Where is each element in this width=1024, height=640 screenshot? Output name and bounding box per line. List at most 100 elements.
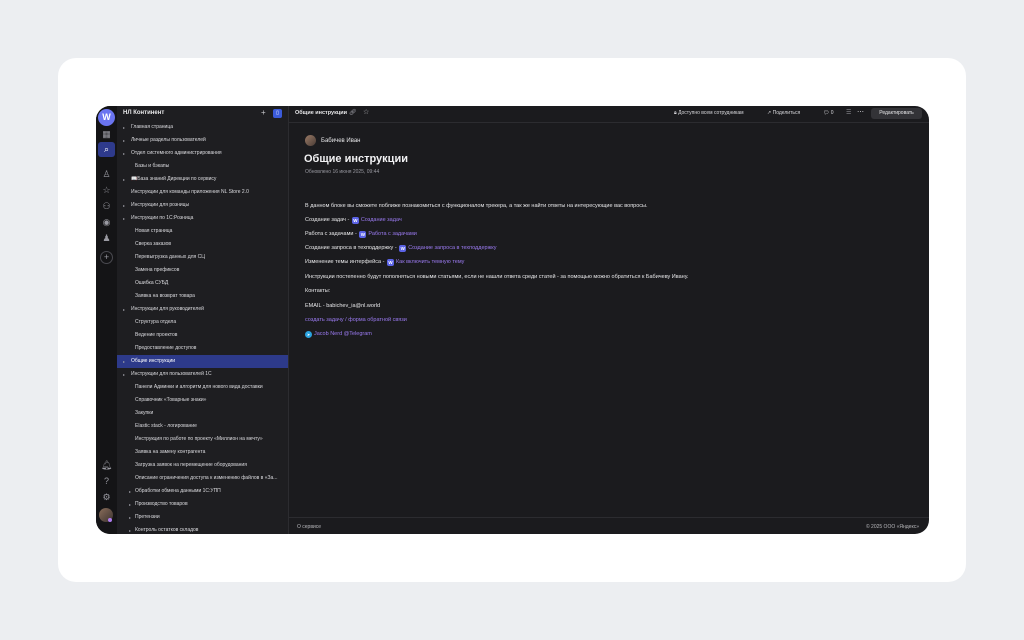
add-icon[interactable]: + [100, 251, 113, 264]
favorite-star-icon[interactable]: ☆ [363, 108, 369, 116]
sidebar-item[interactable]: Сверка заказов [117, 238, 288, 251]
sidebar-item[interactable]: Загрузка заявок на перемещение оборудова… [117, 459, 288, 472]
sidebar-item[interactable]: Заявка на замену контрагента [117, 446, 288, 459]
sidebar-item[interactable]: ▸ Контроль остатков складов [117, 524, 288, 534]
star-icon[interactable]: ☆ [100, 184, 113, 197]
sidebar-item[interactable]: ▸ Претензии [117, 511, 288, 524]
sidebar-item-label: Контроль остатков складов [135, 527, 199, 533]
breadcrumb-title[interactable]: Общие инструкции [295, 110, 347, 116]
comments-button[interactable]: 💬︎ 0 [823, 110, 834, 116]
toggle-panel-icon[interactable]: ▯ [273, 109, 282, 118]
sidebar-item[interactable]: Структура отдела [117, 316, 288, 329]
sidebar-item[interactable]: Новая страница [117, 225, 288, 238]
feedback-row: создать задачу / форма обратной связи [305, 317, 407, 323]
sidebar-item[interactable]: ▸ Обработки обмена данными 1С:УПП [117, 485, 288, 498]
gear-icon[interactable]: ⚙ [100, 491, 113, 504]
sidebar-item[interactable]: Заявка на возврат товара [117, 290, 288, 303]
expand-arrow-icon[interactable]: ▸ [123, 203, 125, 208]
row-label: Создание запроса в техподдержку - [305, 245, 399, 251]
about-service-link[interactable]: О сервисе [297, 524, 321, 530]
sidebar-item[interactable]: ▸ Инструкции для руководителей [117, 303, 288, 316]
sidebar-item-label: 📖База знаний Дирекции по сервису [131, 176, 217, 182]
sidebar-item[interactable]: Elastic stack - логирование [117, 420, 288, 433]
author-name[interactable]: Бабичев Иван [321, 138, 360, 144]
eye-icon[interactable]: ◉ [100, 216, 113, 229]
sidebar-item[interactable]: ▸ Производство товаров [117, 498, 288, 511]
bell-icon[interactable]: 🔔︎ [100, 459, 113, 472]
sidebar-item[interactable]: Инструкции для команды приложения NL Sto… [117, 186, 288, 199]
email-text: EMAIL - babichev_ia@nl.world [305, 303, 381, 309]
expand-arrow-icon[interactable]: ▸ [123, 372, 125, 377]
comments-count: 0 [830, 110, 834, 116]
sidebar-item[interactable]: Перевыгрузка данных для СЦ [117, 251, 288, 264]
access-button[interactable]: 🔒︎ Доступно всем сотрудникам [674, 110, 744, 116]
wiki-icon: W [359, 231, 367, 238]
expand-arrow-icon[interactable]: ▸ [123, 138, 125, 143]
edit-button[interactable]: Редактировать [871, 108, 922, 119]
link-work-tasks[interactable]: Работа с задачами [368, 231, 416, 237]
app-window: W ▦ ⌕ ♙ ☆ ⚇ ◉ ♟ + 🔔︎ ? ⚙ НЛ Континент + … [96, 106, 929, 534]
search-icon[interactable]: ⌕ [98, 142, 115, 157]
expand-arrow-icon[interactable]: ▸ [129, 515, 131, 520]
sidebar-item[interactable]: Описание ограничения доступа к изменению… [117, 472, 288, 485]
telegram-link[interactable]: Jacob Nerd @Telegram [314, 331, 372, 337]
expand-arrow-icon[interactable]: ▸ [123, 359, 125, 364]
link-support-request[interactable]: Создание запроса в техподдержку [408, 245, 496, 251]
sidebar-item-label: Личные разделы пользователей [131, 137, 206, 143]
expand-arrow-icon[interactable]: ▸ [123, 307, 125, 312]
expand-arrow-icon[interactable]: ▸ [123, 216, 125, 221]
feedback-link[interactable]: создать задачу / форма обратной связи [305, 317, 407, 323]
expand-arrow-icon[interactable]: ▸ [123, 151, 125, 156]
wiki-icon: W [386, 259, 394, 266]
sidebar-item[interactable]: ▸ Общие инструкции [117, 355, 288, 368]
sidebar-item[interactable]: Ошибка СУБД [117, 277, 288, 290]
note-text: Инструкции постепенно будут пополняться … [305, 274, 689, 280]
sidebar-item[interactable]: ▸ Инструкции по 1С:Розница [117, 212, 288, 225]
user-icon[interactable]: ♙ [100, 168, 113, 181]
author-avatar[interactable] [305, 135, 316, 146]
sidebar-item[interactable]: ▸ Инструкции для пользователей 1С [117, 368, 288, 381]
sidebar-item-label: Базы и бэкапы [135, 163, 170, 169]
link-icon[interactable]: 🔗︎ [349, 109, 357, 116]
share-button[interactable]: ↗ Поделиться [767, 110, 800, 116]
sidebar-title[interactable]: НЛ Континент [123, 110, 164, 116]
grid-icon[interactable]: ▦ [100, 128, 113, 141]
left-rail: W ▦ ⌕ ♙ ☆ ⚇ ◉ ♟ + 🔔︎ ? ⚙ [96, 106, 117, 534]
sidebar-item[interactable]: ▸ Отдел системного администрирования [117, 147, 288, 160]
contacts-heading: Контакты: [305, 288, 331, 294]
sidebar-item[interactable]: Инструкция по работе по проекту «Миллион… [117, 433, 288, 446]
add-page-button[interactable]: + [261, 108, 266, 117]
person-icon[interactable]: ♟ [100, 232, 113, 245]
expand-arrow-icon[interactable]: ▸ [129, 528, 131, 533]
sidebar-item[interactable]: ▸ Инструкции для розницы [117, 199, 288, 212]
sidebar-item[interactable]: ▸ Личные разделы пользователей [117, 134, 288, 147]
sidebar-item[interactable]: Панели Админки и алгоритм для нового вид… [117, 381, 288, 394]
people-icon[interactable]: ⚇ [100, 200, 113, 213]
wiki-icon: W [351, 217, 359, 224]
sidebar-item-label: Общие инструкции [131, 358, 176, 364]
row-work-tasks: Работа с задачами - W Работа с задачами [305, 231, 417, 238]
expand-arrow-icon[interactable]: ▸ [123, 125, 125, 130]
sidebar-item[interactable]: Справочник «Товарные знаки» [117, 394, 288, 407]
sidebar-item[interactable]: Предоставление доступов [117, 342, 288, 355]
sidebar-item-label: Заявка на замену контрагента [135, 449, 206, 455]
sidebar-item[interactable]: ▸ 📖База знаний Дирекции по сервису [117, 173, 288, 186]
link-dark-theme[interactable]: Как включить темную тему [396, 259, 465, 265]
sidebar-item[interactable]: Базы и бэкапы [117, 160, 288, 173]
telegram-icon: ➤ [305, 331, 312, 338]
sidebar-item-label: Главная страница [131, 124, 173, 130]
sidebar-item[interactable]: Замена префиксов [117, 264, 288, 277]
help-icon[interactable]: ? [100, 475, 113, 488]
sidebar-item[interactable]: Закупки [117, 407, 288, 420]
sidebar-item[interactable]: Ведение проектов [117, 329, 288, 342]
expand-arrow-icon[interactable]: ▸ [123, 177, 125, 182]
sidebar-item[interactable]: ▸ Главная страница [117, 121, 288, 134]
expand-arrow-icon[interactable]: ▸ [129, 489, 131, 494]
link-create-tasks[interactable]: Создание задач [361, 217, 402, 223]
expand-arrow-icon[interactable]: ▸ [129, 502, 131, 507]
page-content: Бабичев Иван Общие инструкции Обновлено … [289, 123, 929, 516]
more-icon[interactable]: ⋯ [857, 108, 864, 116]
toc-icon[interactable]: ☰ [846, 109, 851, 116]
sidebar-item-label: Сверка заказов [135, 241, 172, 247]
brand-logo-icon[interactable]: W [98, 109, 115, 126]
